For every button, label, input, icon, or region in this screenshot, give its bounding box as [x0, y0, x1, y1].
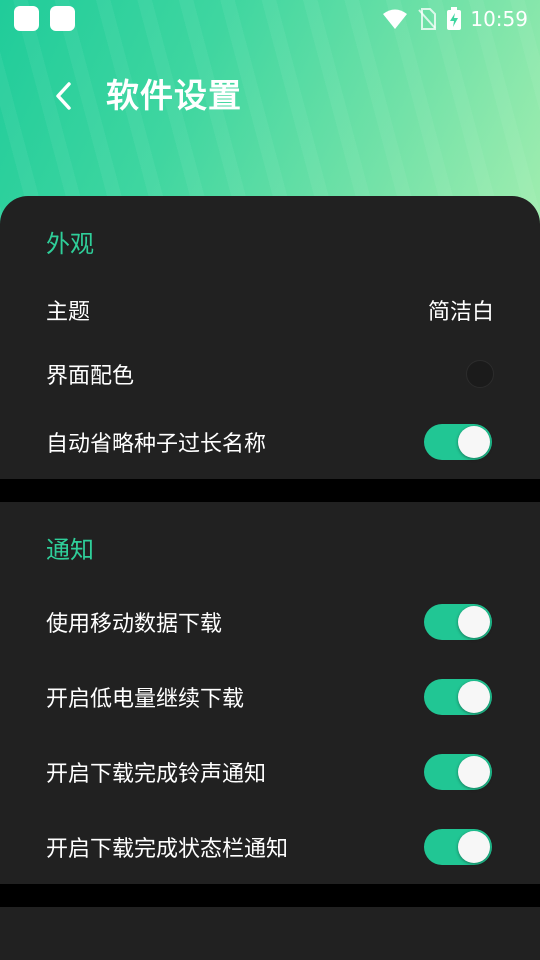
notifications-section: 通知 使用移动数据下载 开启低电量继续下载 开启下载完成铃声通知 开启下载完成状…: [0, 502, 540, 884]
toggle-knob: [458, 831, 490, 863]
status-bar: 10:59: [0, 0, 540, 38]
statusbar-notify-row: 开启下载完成状态栏通知: [0, 819, 540, 875]
next-section: [0, 907, 540, 960]
low-battery-download-label: 开启低电量继续下载: [46, 687, 245, 712]
no-sim-icon: [418, 8, 437, 30]
toggle-knob: [458, 756, 490, 788]
interface-color-row[interactable]: 界面配色: [0, 346, 540, 402]
back-button[interactable]: [44, 74, 84, 118]
notification-app-icon: [50, 6, 75, 31]
color-swatch[interactable]: [466, 360, 494, 388]
status-icons: 10:59: [382, 5, 528, 33]
battery-charging-icon: [446, 7, 462, 31]
mobile-data-download-row: 使用移动数据下载: [0, 594, 540, 650]
toggle-knob: [458, 426, 490, 458]
wifi-icon: [382, 8, 408, 30]
theme-label: 主题: [46, 300, 91, 325]
notification-app-icon: [14, 6, 39, 31]
chevron-left-icon: [56, 82, 71, 110]
mobile-data-download-label: 使用移动数据下载: [46, 612, 223, 637]
low-battery-download-toggle[interactable]: [424, 679, 492, 715]
ringtone-notify-row: 开启下载完成铃声通知: [0, 744, 540, 800]
statusbar-notify-label: 开启下载完成状态栏通知: [46, 837, 289, 862]
settings-screen: 10:59 软件设置 外观 主题 简洁白 界面配色 自动省略种子过长名称 通知: [0, 0, 540, 960]
omit-long-names-label: 自动省略种子过长名称: [46, 432, 267, 457]
theme-row[interactable]: 主题 简洁白: [0, 282, 540, 338]
omit-long-names-toggle[interactable]: [424, 424, 492, 460]
interface-color-label: 界面配色: [46, 364, 135, 389]
toggle-knob: [458, 681, 490, 713]
status-time: 10:59: [470, 7, 528, 31]
mobile-data-download-toggle[interactable]: [424, 604, 492, 640]
ringtone-notify-label: 开启下载完成铃声通知: [46, 762, 267, 787]
page-title: 软件设置: [106, 76, 242, 115]
appearance-section-title: 外观: [46, 230, 94, 258]
statusbar-notify-toggle[interactable]: [424, 829, 492, 865]
omit-long-names-row: 自动省略种子过长名称: [0, 414, 540, 470]
ringtone-notify-toggle[interactable]: [424, 754, 492, 790]
notifications-section-title: 通知: [46, 536, 94, 564]
low-battery-download-row: 开启低电量继续下载: [0, 669, 540, 725]
theme-value: 简洁白: [427, 300, 494, 325]
appearance-section: 外观 主题 简洁白 界面配色 自动省略种子过长名称: [0, 196, 540, 479]
toggle-knob: [458, 606, 490, 638]
